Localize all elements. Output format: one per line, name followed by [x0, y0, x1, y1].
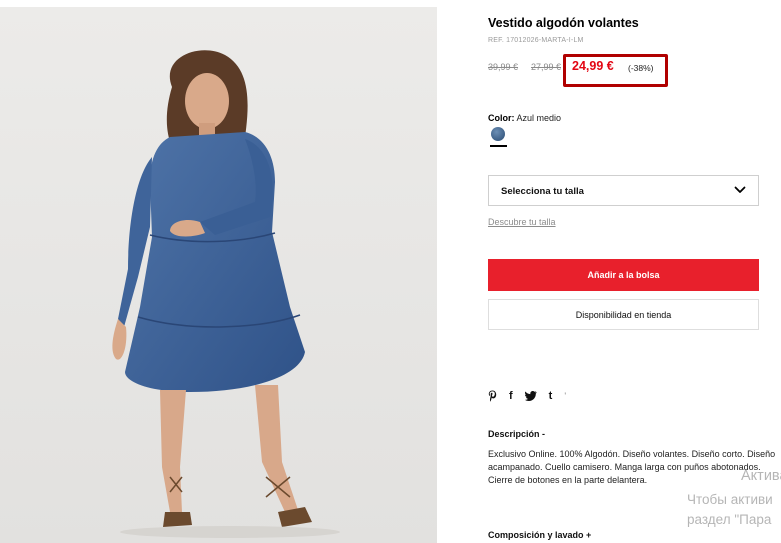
color-label-key: Color: [488, 113, 515, 123]
description-text: Exclusivo Online. 100% Algodón. Diseño v… [488, 449, 776, 485]
pinterest-glyph [488, 390, 497, 402]
price-original: 39,99 € [488, 62, 519, 72]
price-current: 24,99 € [572, 59, 614, 73]
color-value: Azul medio [516, 113, 562, 123]
os-activation-watermark-line2: Чтобы активи [687, 492, 773, 507]
product-photo-illustration [0, 7, 437, 543]
more-share-icon[interactable]: ' [564, 389, 566, 403]
store-availability-button[interactable]: Disponibilidad en tienda [488, 299, 759, 330]
discount-badge: (-38%) [628, 63, 654, 73]
composition-title[interactable]: Composición y lavado + [488, 530, 591, 540]
price-previous: 27,99 € [531, 62, 562, 72]
facebook-icon[interactable]: f [509, 389, 513, 403]
product-reference: REF. 17012026-MARTA-I-LM [488, 37, 584, 44]
os-activation-watermark-line1: Активация [741, 468, 781, 484]
chevron-down-icon [734, 186, 746, 193]
description-title[interactable]: Descripción - [488, 429, 545, 439]
twitter-icon[interactable] [524, 391, 537, 401]
size-select[interactable]: Selecciona tu talla [488, 175, 759, 206]
os-activation-watermark-line3: раздел "Пара [687, 512, 772, 527]
pinterest-icon[interactable] [488, 390, 497, 402]
selected-swatch-indicator [490, 145, 507, 147]
color-label: Color: Azul medio [488, 113, 561, 123]
product-image[interactable] [0, 7, 437, 543]
size-select-label: Selecciona tu talla [501, 186, 584, 197]
color-swatch-azul-medio[interactable] [491, 127, 505, 141]
add-to-bag-button[interactable]: Añadir a la bolsa [488, 259, 759, 291]
twitter-glyph [524, 391, 537, 401]
social-share: f t ' [488, 389, 578, 403]
product-title: Vestido algodón volantes [488, 16, 639, 30]
size-guide-link[interactable]: Descubre tu talla [488, 217, 556, 227]
tumblr-icon[interactable]: t [549, 389, 553, 403]
